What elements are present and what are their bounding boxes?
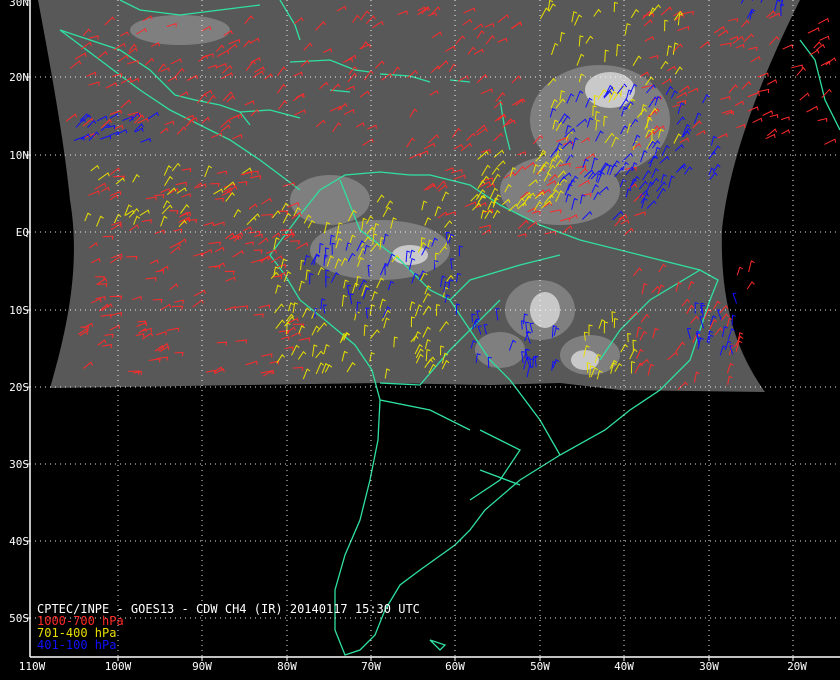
- lon-label-60w: 60W: [445, 660, 465, 673]
- legend-high-level: 401-100 hPa: [37, 638, 117, 652]
- lat-label-30s: 30S: [9, 458, 29, 471]
- lat-label-50s: 50S: [9, 612, 29, 625]
- lat-label-10s: 10S: [9, 304, 29, 317]
- lon-label-100w: 100W: [104, 660, 132, 673]
- lon-label-30w: 30W: [699, 660, 719, 673]
- satellite-wind-map: [0, 0, 840, 680]
- lon-label-110w: 110W: [18, 660, 46, 673]
- lat-label-40s: 40S: [9, 535, 29, 548]
- lon-label-70w: 70W: [361, 660, 381, 673]
- lon-label-40w: 40W: [614, 660, 634, 673]
- lat-label-eq: EQ: [15, 226, 29, 239]
- map-footer: CPTEC/INPE - GOES13 - CDW CH4 (IR) 20140…: [37, 603, 420, 651]
- lon-label-20w: 20W: [787, 660, 807, 673]
- lat-label-10n: 10N: [9, 149, 29, 162]
- lat-label-20s: 20S: [9, 381, 29, 394]
- lon-label-50w: 50W: [530, 660, 550, 673]
- lon-label-90w: 90W: [192, 660, 212, 673]
- lon-label-80w: 80W: [277, 660, 297, 673]
- lat-label-20n: 20N: [9, 71, 29, 84]
- lat-label-30n: 30N: [9, 0, 29, 9]
